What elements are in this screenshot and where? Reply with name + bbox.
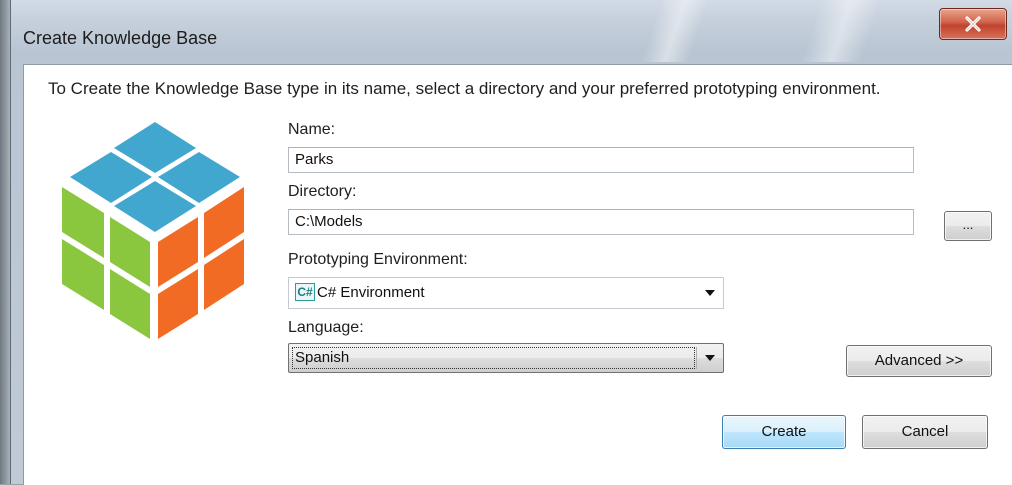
cancel-button[interactable]: Cancel [862, 415, 988, 449]
title-bar[interactable]: Create Knowledge Base [11, 0, 1012, 62]
language-selected: Spanish [295, 349, 350, 366]
cancel-button-label: Cancel [901, 423, 949, 440]
directory-field[interactable]: C:\Models [288, 209, 914, 235]
environment-selected: C# Environment [317, 284, 425, 301]
create-button-label: Create [761, 423, 807, 440]
close-icon [965, 16, 981, 32]
browse-button[interactable]: ... [944, 211, 992, 241]
close-button[interactable] [939, 8, 1007, 40]
rubiks-cube-icon [62, 122, 244, 339]
environment-dropdown[interactable]: C# C# Environment [288, 277, 724, 309]
language-dropdown[interactable]: Spanish [288, 343, 724, 373]
name-field[interactable]: Parks [288, 147, 914, 173]
chevron-down-icon [705, 355, 715, 361]
environment-label: Prototyping Environment: [288, 251, 468, 268]
advanced-button-label: Advanced >> [874, 352, 964, 369]
language-label: Language: [288, 319, 364, 336]
dropdown-separator [696, 347, 697, 369]
csharp-icon: C# [295, 283, 315, 301]
background-window-edge [0, 0, 10, 484]
directory-label: Directory: [288, 183, 357, 200]
glass-reflection [640, 0, 710, 62]
advanced-button[interactable]: Advanced >> [846, 345, 992, 377]
chevron-down-icon [705, 290, 715, 296]
create-button[interactable]: Create [722, 415, 846, 449]
window-title: Create Knowledge Base [23, 28, 218, 48]
browse-button-label: ... [962, 217, 974, 232]
name-label: Name: [288, 121, 336, 138]
glass-reflection [800, 0, 882, 62]
focus-rectangle [292, 347, 695, 369]
dialog-body: To Create the Knowledge Base type in its… [23, 64, 1012, 485]
instruction-text: To Create the Knowledge Base type in its… [48, 79, 881, 98]
dialog-window: Create Knowledge Base To Create the Know… [10, 0, 1012, 485]
